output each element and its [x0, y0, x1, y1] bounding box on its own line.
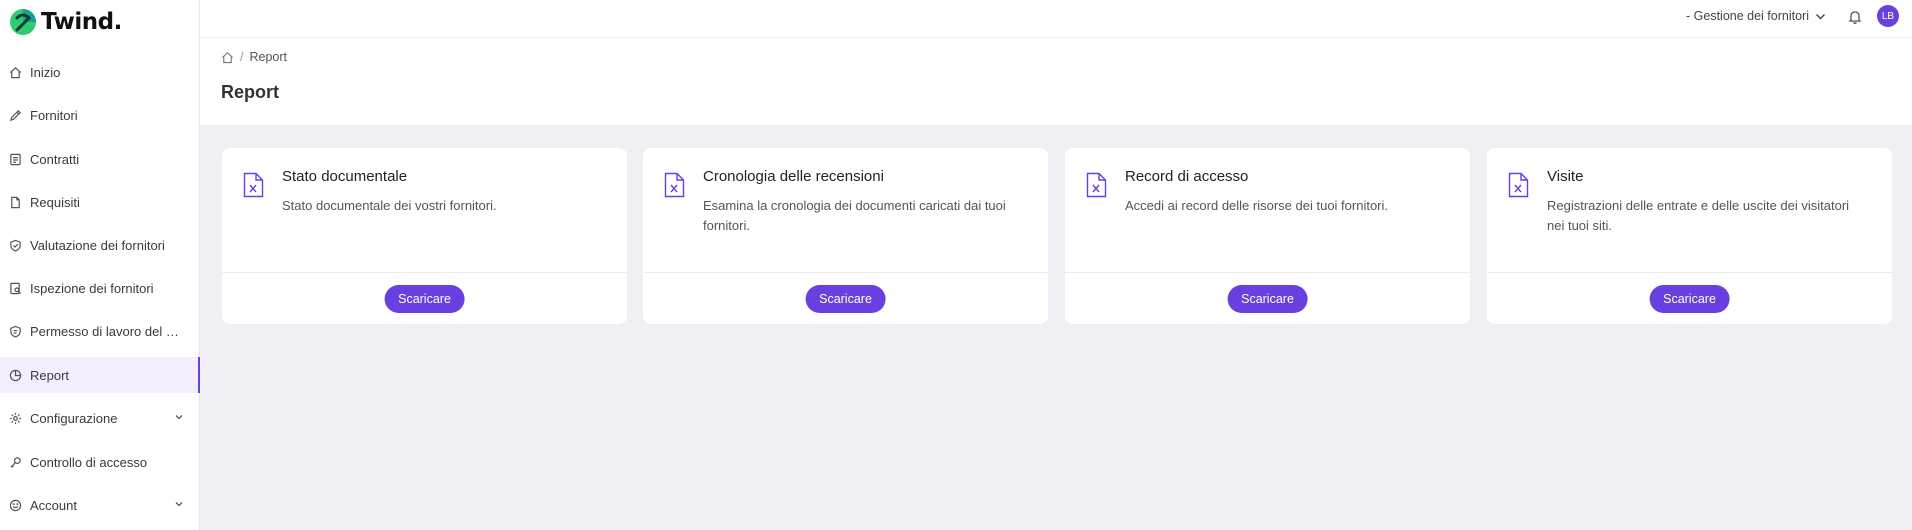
sidebar-item-label: Inizio — [30, 64, 61, 80]
card-title: Visite — [1547, 168, 1584, 185]
card-title: Cronologia delle recensioni — [703, 168, 884, 185]
report-card-visite: Visite Registrazioni delle entrate e del… — [1487, 148, 1892, 324]
chevron-down-icon — [175, 415, 183, 420]
sidebar: Twind. Inizio Fornitori Contratti Requis… — [0, 0, 200, 530]
sidebar-item-label: Requisiti — [30, 194, 80, 210]
sidebar-item-report[interactable]: Report — [0, 357, 200, 393]
chevron-down-icon — [1816, 13, 1825, 19]
card-title: Stato documentale — [282, 168, 408, 185]
card-description: Registrazioni delle entrate e delle usci… — [1547, 198, 1850, 233]
sidebar-item-configurazione[interactable]: Configurazione — [0, 400, 200, 436]
sidebar-item-label: Account — [30, 497, 77, 513]
report-card-stato-documentale: Stato documentale Stato documentale dei … — [222, 148, 627, 324]
download-button[interactable]: Scaricare — [1227, 285, 1308, 313]
twind-logo-icon — [10, 9, 36, 35]
sidebar-item-label: Contratti — [30, 151, 80, 167]
sidebar-item-label: Fornitori — [30, 107, 78, 123]
sidebar-item-label: Valutazione dei fornitori — [30, 237, 165, 253]
sidebar-item-fornitori[interactable]: Fornitori — [0, 97, 200, 133]
logo-text: Twind. — [41, 9, 122, 35]
report-card-record-accesso: Record di accesso Accedi ai record delle… — [1065, 148, 1470, 324]
download-button[interactable]: Scaricare — [1649, 285, 1730, 313]
page-title: Report — [221, 82, 279, 102]
twind-logo[interactable]: Twind. — [9, 8, 122, 36]
inspection-icon — [8, 281, 22, 295]
card-divider — [643, 272, 1048, 273]
chevron-down-icon — [175, 502, 183, 507]
gear-icon — [8, 411, 22, 425]
contract-icon — [8, 152, 22, 166]
card-divider — [1487, 272, 1892, 273]
sidebar-item-controllo-accesso[interactable]: Controllo di accesso — [0, 444, 200, 480]
sidebar-item-label: Ispezione dei fornitori — [30, 280, 154, 296]
page-header: / Report Report — [200, 38, 1912, 125]
excel-file-icon — [1508, 172, 1529, 198]
permit-shield-icon — [8, 324, 22, 338]
document-icon — [8, 195, 22, 209]
card-title: Record di accesso — [1125, 168, 1249, 185]
shield-check-icon — [8, 238, 22, 252]
organization-selector[interactable]: - Gestione dei fornitori — [1686, 9, 1826, 23]
home-icon[interactable] — [221, 51, 234, 64]
sidebar-item-account[interactable]: Account — [0, 487, 200, 523]
card-description: Stato documentale dei vostri fornitori. — [282, 198, 497, 213]
sidebar-item-valutazione[interactable]: Valutazione dei fornitori — [0, 227, 200, 263]
avatar[interactable]: LB — [1877, 5, 1899, 27]
excel-file-icon — [243, 172, 264, 198]
breadcrumb-separator: / — [240, 50, 244, 64]
breadcrumb-current: Report — [249, 50, 288, 64]
chart-pie-icon — [8, 368, 22, 382]
excel-file-icon — [664, 172, 685, 198]
pen-icon — [8, 108, 22, 122]
download-button[interactable]: Scaricare — [384, 285, 465, 313]
excel-file-icon — [1086, 172, 1107, 198]
sidebar-item-label: Controllo di accesso — [30, 454, 148, 470]
sidebar-item-ispezione[interactable]: Ispezione dei fornitori — [0, 270, 200, 306]
sidebar-item-inizio[interactable]: Inizio — [0, 54, 200, 90]
key-icon — [8, 455, 22, 469]
card-divider — [1065, 272, 1470, 273]
card-divider — [222, 272, 627, 273]
sidebar-item-label: Permesso di lavoro del fornitore — [30, 323, 180, 339]
breadcrumb: / Report — [221, 50, 287, 64]
bell-icon[interactable] — [1848, 9, 1862, 25]
card-description: Accedi ai record delle risorse dei tuoi … — [1125, 198, 1389, 213]
smile-icon — [8, 498, 22, 512]
home-icon — [8, 65, 22, 79]
sidebar-item-permesso[interactable]: Permesso di lavoro del fornitore — [0, 313, 200, 349]
download-button[interactable]: Scaricare — [805, 285, 886, 313]
card-description: Esamina la cronologia dei documenti cari… — [703, 198, 1006, 233]
sidebar-item-label: Configurazione — [30, 410, 118, 426]
report-card-cronologia-recensioni: Cronologia delle recensioni Esamina la c… — [643, 148, 1048, 324]
organization-selector-label: - Gestione dei fornitori — [1686, 9, 1809, 23]
sidebar-item-label: Report — [30, 367, 70, 383]
avatar-initials: LB — [1881, 10, 1895, 22]
sidebar-item-requisiti[interactable]: Requisiti — [0, 184, 200, 220]
topbar: - Gestione dei fornitori LB — [200, 0, 1912, 38]
sidebar-item-contratti[interactable]: Contratti — [0, 141, 200, 177]
